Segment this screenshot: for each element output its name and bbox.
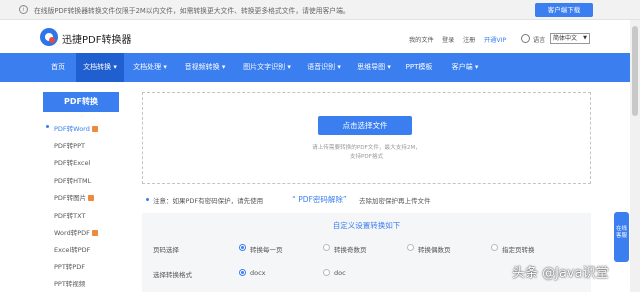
sidebar-item-label: PDF转Excel <box>54 159 91 167</box>
customer-service-widget[interactable]: 在线客服 <box>614 212 629 262</box>
radio-odd-pages[interactable] <box>323 244 330 251</box>
nav-label: 音视频转换 <box>184 63 220 71</box>
nav-label: 语音识别 <box>307 63 336 71</box>
main-nav: 首页 文档转换 ▾ 文档处理 ▾ 音视频转换 ▾ 图片文字识别 ▾ 语音识别 ▾… <box>0 53 640 82</box>
option-docx[interactable]: docx <box>250 269 266 277</box>
client-download-button[interactable]: 客户端下载 <box>535 3 593 17</box>
settings-title: 自定义设置转换如下 <box>332 221 401 230</box>
option-every-page[interactable]: 转换每一页 <box>250 244 283 254</box>
nav-label: 思维导图 <box>357 63 386 71</box>
notice-bar: i 在线版PDF转换器转换文件仅限于2M以内文件，如需转换更大文件、转换更多格式… <box>0 0 640 20</box>
page-select-label: 页码选择 <box>153 246 179 254</box>
bullet-icon <box>46 125 49 128</box>
logo-icon[interactable] <box>40 28 58 46</box>
info-icon: i <box>19 5 28 14</box>
language-value: 简体中文 <box>553 35 578 42</box>
nav-doc-process[interactable]: 文档处理 ▾ <box>126 53 174 82</box>
hot-badge-icon <box>91 126 98 132</box>
my-files-link[interactable]: 我的文件 <box>409 35 434 44</box>
nav-home[interactable]: 首页 <box>43 53 73 82</box>
radio-even-pages[interactable] <box>407 244 414 251</box>
sidebar-item-label: Excel转PDF <box>54 246 91 254</box>
upload-format-hint: 支持PDF格式 <box>349 154 384 160</box>
nav-ocr[interactable]: 图片文字识别 ▾ <box>236 53 298 82</box>
nav-mindmap[interactable]: 思维导图 ▾ <box>350 53 398 82</box>
nav-label: 文档处理 <box>133 63 162 71</box>
vip-link[interactable]: 开通VIP <box>484 35 506 44</box>
globe-icon <box>521 34 530 43</box>
bullet-icon <box>146 198 149 201</box>
sidebar-item-label: PDF转HTML <box>54 177 92 185</box>
language-label: 语言 <box>533 37 546 44</box>
sidebar-item-label: PPT转视频 <box>54 280 86 288</box>
nav-speech[interactable]: 语音识别 ▾ <box>300 53 348 82</box>
sidebar-item-label: PPT转PDF <box>54 263 85 271</box>
option-even-pages[interactable]: 转换偶数页 <box>418 244 451 254</box>
option-odd-pages[interactable]: 转换奇数页 <box>334 244 367 254</box>
register-link[interactable]: 注册 <box>463 35 475 44</box>
nav-label: 文档转换 <box>83 63 112 71</box>
sidebar-item-label: PDF转图片 <box>54 194 87 202</box>
password-note: 注意：如果PDF有密码保护，请先使用 <box>153 197 264 205</box>
radio-every-page[interactable] <box>239 244 246 251</box>
option-specified-pages[interactable]: 指定页转换 <box>502 244 535 254</box>
upload-dropzone[interactable] <box>142 92 591 184</box>
choose-file-button[interactable]: 点击选择文件 <box>318 116 412 135</box>
radio-docx[interactable] <box>239 269 246 276</box>
pdf-unlock-link[interactable]: “ PDF密码解除” <box>292 194 347 205</box>
nav-doc-convert[interactable]: 文档转换 ▾ <box>76 53 124 82</box>
sidebar-item-label: PDF转Word <box>54 125 90 133</box>
notice-text: 在线版PDF转换器转换文件仅限于2M以内文件，如需转换更大文件、转换更多格式文件… <box>34 7 350 15</box>
language-select[interactable]: 简体中文 ▼ <box>550 33 590 44</box>
hot-badge-icon <box>88 195 95 201</box>
upload-hint: 请上传需要转换的PDF文件，最大支持2M， <box>312 145 421 151</box>
nav-ppt-template[interactable]: PPT模板 <box>401 53 437 82</box>
sidebar-item-label: Word转PDF <box>54 229 90 237</box>
brand-title[interactable]: 迅捷PDF转换器 <box>62 31 131 46</box>
hot-badge-icon <box>91 230 98 236</box>
watermark: 头条 @Java识堂 <box>512 266 609 281</box>
radio-doc[interactable] <box>323 269 330 276</box>
nav-label: 图片文字识别 <box>243 63 286 71</box>
sidebar-item-label: PDF转TXT <box>54 212 86 220</box>
login-link[interactable]: 登录 <box>442 35 454 44</box>
password-note-suffix: 去除加密保护再上传文件 <box>359 197 431 205</box>
nav-client[interactable]: 客户端 ▾ <box>445 53 485 82</box>
sidebar: PDF转换 PDF转Word PDF转PPT PDF转Excel PDF转HTM… <box>43 92 125 292</box>
option-doc[interactable]: doc <box>334 269 346 277</box>
sidebar-title: PDF转换 <box>43 92 119 112</box>
nav-av-convert[interactable]: 音视频转换 ▾ <box>177 53 233 82</box>
radio-specified-pages[interactable] <box>491 244 498 251</box>
page-scrollbar[interactable] <box>630 20 640 292</box>
nav-label: 客户端 <box>451 63 473 71</box>
chevron-down-icon: ▼ <box>583 35 587 41</box>
format-select-label: 选择转换格式 <box>153 271 192 279</box>
sidebar-item-label: PDF转PPT <box>54 142 85 150</box>
scrollbar-thumb[interactable] <box>632 26 638 116</box>
